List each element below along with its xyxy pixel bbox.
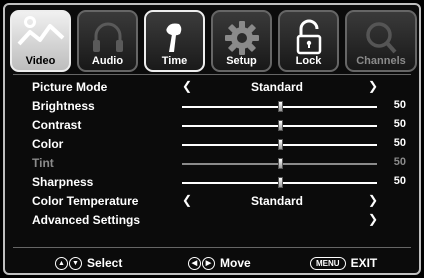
headphones-icon <box>92 22 123 52</box>
picture-mode-label: Picture Mode <box>32 80 108 94</box>
right-arrow-icon[interactable]: ❯ <box>368 212 378 226</box>
tab-channels[interactable]: Channels <box>345 10 417 72</box>
color-temperature-value: Standard <box>250 194 303 208</box>
contrast-slider-thumb[interactable] <box>277 120 283 131</box>
select-label: Select <box>87 256 123 270</box>
advanced-settings-label: Advanced Settings <box>32 213 141 227</box>
tab-time-label: Time <box>161 55 188 67</box>
menu-item-picture-mode[interactable]: Picture Mode ❮ Standard ❯ <box>32 79 412 97</box>
menu-item-advanced-settings[interactable]: Advanced Settings ❯ <box>32 212 412 230</box>
menu-item-sharpness[interactable]: Sharpness 50 <box>32 174 412 192</box>
menu-item-tint: Tint 50 <box>32 155 412 173</box>
picture-mode-value: Standard <box>250 80 303 94</box>
exit-label[interactable]: EXIT <box>351 256 378 270</box>
menu-key-icon: MENU <box>310 257 346 271</box>
sharpness-value: 50 <box>393 175 406 187</box>
menu-item-color-temperature[interactable]: Color Temperature ❮ Standard ❯ <box>32 193 412 211</box>
color-label: Color <box>32 137 64 151</box>
brightness-label: Brightness <box>32 99 95 113</box>
divider <box>13 247 411 248</box>
right-arrow-icon[interactable]: ❯ <box>368 193 378 207</box>
contrast-label: Contrast <box>32 118 82 132</box>
footer-move-hint: ◀ ▶ Move <box>188 256 251 271</box>
menu-item-contrast[interactable]: Contrast 50 <box>32 117 412 135</box>
divider <box>13 74 411 75</box>
left-button-icon: ◀ <box>188 257 201 271</box>
color-slider-thumb[interactable] <box>277 139 283 150</box>
padlock-icon <box>296 19 321 55</box>
microphone-icon <box>165 23 181 52</box>
right-arrow-icon[interactable]: ❯ <box>368 79 378 93</box>
tab-audio-label: Audio <box>91 55 124 67</box>
left-arrow-icon[interactable]: ❮ <box>182 79 192 93</box>
menu-item-brightness[interactable]: Brightness 50 <box>32 98 412 116</box>
tab-lock-label: Lock <box>295 55 322 67</box>
tab-channels-label: Channels <box>356 55 406 67</box>
brightness-slider-thumb[interactable] <box>277 101 283 112</box>
up-button-icon: ▲ <box>55 257 68 271</box>
tv-settings-menu: Video Audio Time Setup Lock Channels Pic… <box>3 3 421 275</box>
tint-value: 50 <box>393 156 406 168</box>
tab-setup[interactable]: Setup <box>211 10 272 72</box>
color-temperature-label: Color Temperature <box>32 194 139 208</box>
tab-setup-label: Setup <box>226 55 257 67</box>
move-label: Move <box>220 256 251 270</box>
tab-video[interactable]: Video <box>10 10 71 72</box>
right-button-icon: ▶ <box>202 257 215 271</box>
tab-video-label: Video <box>25 55 56 67</box>
footer-select-hint: ▲ ▼ Select <box>55 256 123 271</box>
footer-exit-hint[interactable]: MENU EXIT <box>310 256 378 271</box>
menu-item-color[interactable]: Color 50 <box>32 136 412 154</box>
video-icon <box>17 16 64 46</box>
color-value: 50 <box>393 137 406 149</box>
left-arrow-icon[interactable]: ❮ <box>182 193 192 207</box>
tint-slider-thumb <box>277 158 283 169</box>
gear-icon <box>224 21 259 55</box>
sharpness-slider-thumb[interactable] <box>277 177 283 188</box>
search-icon <box>366 22 397 54</box>
tab-time[interactable]: Time <box>144 10 205 72</box>
down-button-icon: ▼ <box>69 257 82 271</box>
tab-audio[interactable]: Audio <box>77 10 138 72</box>
brightness-value: 50 <box>393 99 406 111</box>
tint-label: Tint <box>32 156 54 170</box>
contrast-value: 50 <box>393 118 406 130</box>
sharpness-label: Sharpness <box>32 175 94 189</box>
tab-lock[interactable]: Lock <box>278 10 339 72</box>
